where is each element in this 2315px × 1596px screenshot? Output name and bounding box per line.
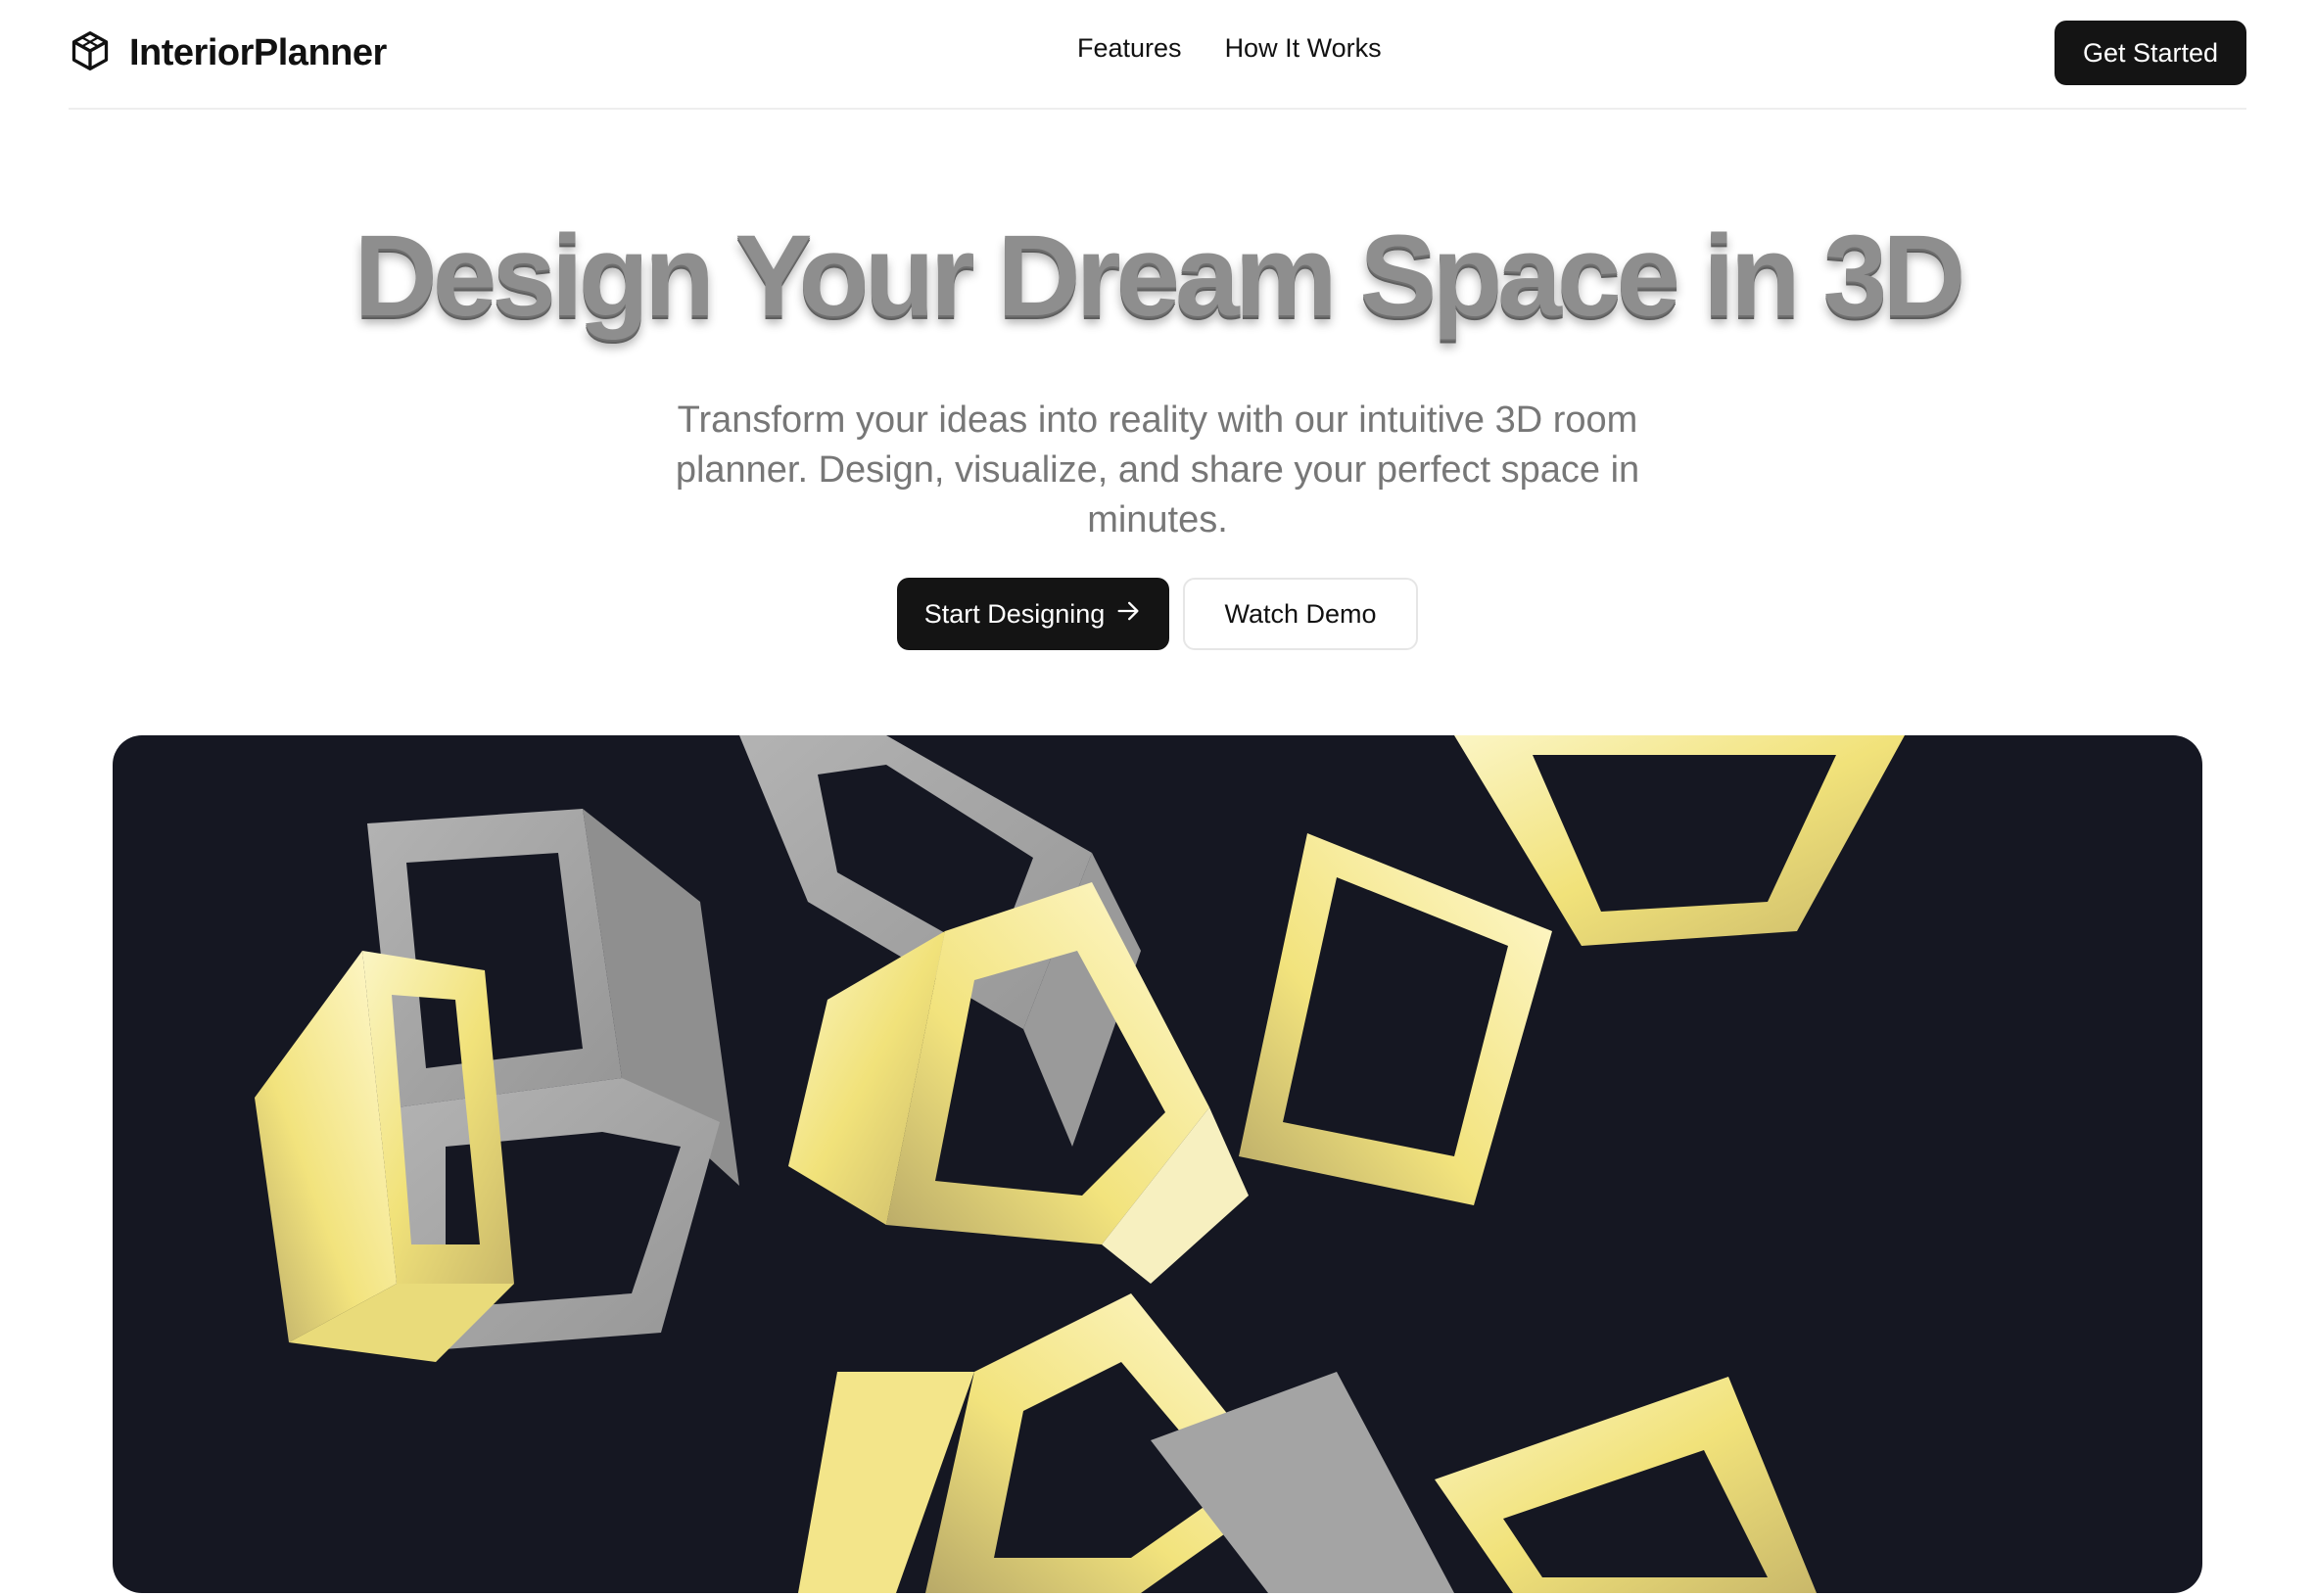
- brand-logo-link[interactable]: InteriorPlanner: [69, 29, 387, 76]
- frame-gold-left: [255, 951, 514, 1362]
- 3d-scene-render: [255, 735, 1905, 1593]
- frame-gold-bottom-right: [1435, 1377, 1817, 1593]
- frame-gold-center: [788, 882, 1249, 1284]
- brand-name: InteriorPlanner: [129, 31, 387, 73]
- hero-title: Design Your Dream Space in 3D: [354, 211, 1966, 341]
- nav-link-features[interactable]: Features: [1077, 33, 1182, 64]
- hero-cta-group: Start Designing Watch Demo: [897, 578, 1418, 650]
- cube-icon: [69, 29, 112, 77]
- watch-demo-button[interactable]: Watch Demo: [1183, 578, 1418, 650]
- 3d-scene-canvas[interactable]: [113, 735, 2202, 1593]
- start-designing-button[interactable]: Start Designing: [897, 578, 1169, 650]
- get-started-button[interactable]: Get Started: [2055, 21, 2246, 85]
- nav-links: Features How It Works: [1077, 33, 1382, 64]
- arrow-right-icon: [1114, 597, 1142, 632]
- start-designing-label: Start Designing: [923, 598, 1106, 629]
- frame-gold-top-right: [1239, 735, 1905, 1205]
- navbar: InteriorPlanner Features How It Works Ge…: [69, 0, 2246, 110]
- hero-subtitle: Transform your ideas into reality with o…: [675, 399, 1640, 540]
- page: InteriorPlanner Features How It Works Ge…: [0, 0, 2315, 1596]
- nav-link-how-it-works[interactable]: How It Works: [1225, 33, 1382, 64]
